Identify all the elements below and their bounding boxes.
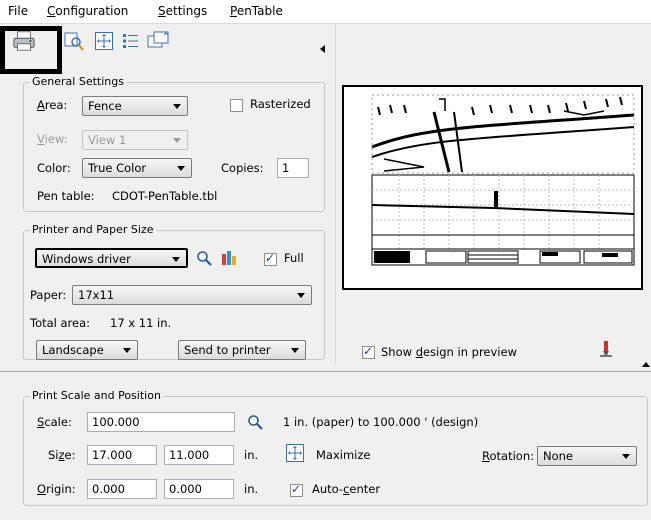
paper-value: 17x11 bbox=[78, 288, 115, 302]
preview-button[interactable] bbox=[62, 30, 86, 52]
origin-y-input[interactable]: 0.000 bbox=[164, 479, 234, 499]
menu-settings[interactable]: Settings bbox=[158, 4, 207, 18]
rotation-value: None bbox=[543, 449, 574, 463]
splitter-horizontal[interactable] bbox=[0, 371, 651, 372]
rotation-label: Rotation: bbox=[482, 449, 534, 463]
send-to-combo[interactable]: Send to printer bbox=[178, 340, 306, 360]
scale-input[interactable]: 100.000 bbox=[87, 412, 235, 432]
size-width-input[interactable]: 17.000 bbox=[87, 445, 157, 465]
scale-pick-button[interactable] bbox=[247, 414, 263, 433]
print-scale-title: Print Scale and Position bbox=[30, 389, 163, 402]
send-to-value: Send to printer bbox=[184, 343, 271, 357]
maximize-size-button[interactable] bbox=[285, 443, 305, 466]
splitter-vertical[interactable] bbox=[335, 24, 336, 364]
collapse-up-icon[interactable] bbox=[642, 362, 650, 367]
collapse-left-icon[interactable] bbox=[320, 45, 325, 53]
pentable-label: Pen table: bbox=[37, 189, 95, 203]
chevron-down-icon bbox=[173, 104, 181, 109]
total-area-label: Total area: bbox=[30, 316, 91, 330]
print-preview bbox=[342, 85, 643, 290]
autocenter-checkbox[interactable] bbox=[290, 482, 303, 497]
color-combo[interactable]: True Color bbox=[82, 158, 192, 178]
printer-driver-value: Windows driver bbox=[42, 252, 131, 266]
printer-properties-button[interactable] bbox=[221, 250, 237, 269]
print-button-highlight bbox=[0, 26, 62, 74]
orientation-combo[interactable]: Landscape bbox=[36, 340, 138, 360]
color-value: True Color bbox=[88, 161, 147, 175]
list-button[interactable] bbox=[119, 30, 143, 52]
orientation-value: Landscape bbox=[42, 343, 104, 357]
menu-configuration[interactable]: Configuration bbox=[47, 4, 128, 18]
show-design-checkbox[interactable] bbox=[362, 344, 375, 359]
general-settings-title: General Settings bbox=[30, 75, 126, 88]
view-value: View 1 bbox=[88, 133, 127, 147]
maximize-label: Maximize bbox=[316, 448, 371, 462]
full-checkbox[interactable] bbox=[264, 251, 277, 266]
chevron-down-icon bbox=[622, 454, 630, 459]
list-icon bbox=[123, 34, 138, 48]
chevron-down-icon bbox=[297, 293, 305, 298]
size-unit: in. bbox=[244, 448, 259, 462]
printer-driver-combo[interactable]: Windows driver bbox=[35, 248, 188, 268]
copies-label: Copies: bbox=[221, 161, 264, 175]
maximize-icon bbox=[286, 444, 304, 462]
area-label: Area: bbox=[37, 98, 68, 112]
copies-input[interactable]: 1 bbox=[277, 158, 309, 178]
origin-label: Origin: bbox=[37, 482, 76, 496]
area-value: Fence bbox=[88, 99, 122, 113]
size-height-input[interactable]: 11.000 bbox=[164, 445, 234, 465]
chevron-down-icon bbox=[173, 138, 181, 143]
printer-paper-title: Printer and Paper Size bbox=[30, 223, 156, 236]
maximize-icon bbox=[95, 32, 113, 50]
total-area-value: 17 x 11 in. bbox=[110, 316, 172, 330]
magnifier-icon bbox=[248, 415, 263, 430]
scale-label: Scale: bbox=[37, 415, 72, 429]
view-label: View: bbox=[37, 132, 68, 146]
search-button[interactable] bbox=[196, 250, 212, 269]
menu-pentable[interactable]: PenTable bbox=[230, 4, 283, 18]
view-combo[interactable]: View 1 bbox=[82, 130, 188, 150]
scale-description: 1 in. (paper) to 100.000 ' (design) bbox=[283, 415, 479, 429]
rasterized-label: Rasterized bbox=[250, 97, 311, 111]
pentable-value: CDOT-PenTable.tbl bbox=[112, 189, 218, 203]
color-label: Color: bbox=[37, 161, 71, 175]
paper-combo[interactable]: 17x11 bbox=[72, 285, 312, 305]
autocenter-label: Auto-center bbox=[312, 482, 381, 496]
windows-icon bbox=[147, 31, 169, 48]
preview-drawing bbox=[371, 94, 635, 266]
pen-button[interactable] bbox=[598, 340, 614, 361]
pen-icon bbox=[600, 341, 612, 357]
magnifier-icon bbox=[64, 32, 84, 51]
menu-bar: File Configuration Settings PenTable bbox=[0, 0, 651, 24]
size-label: Size: bbox=[48, 448, 76, 462]
chevron-down-icon bbox=[177, 166, 185, 171]
area-combo[interactable]: Fence bbox=[82, 96, 188, 116]
magnifier-icon bbox=[197, 251, 212, 266]
chevron-down-icon bbox=[123, 348, 131, 353]
menu-file[interactable]: File bbox=[8, 4, 28, 18]
rasterized-checkbox[interactable] bbox=[230, 99, 243, 112]
windows-button[interactable] bbox=[146, 30, 170, 52]
show-design-label: Show design in preview bbox=[381, 345, 517, 359]
origin-x-input[interactable]: 0.000 bbox=[87, 479, 157, 499]
full-label: Full bbox=[284, 251, 304, 265]
chevron-down-icon bbox=[291, 348, 299, 353]
rotation-combo[interactable]: None bbox=[537, 446, 637, 466]
paper-label: Paper: bbox=[30, 288, 67, 302]
chevron-down-icon bbox=[172, 257, 180, 262]
properties-icon bbox=[222, 251, 236, 265]
origin-unit: in. bbox=[244, 482, 259, 496]
maximize-button[interactable] bbox=[92, 30, 116, 52]
